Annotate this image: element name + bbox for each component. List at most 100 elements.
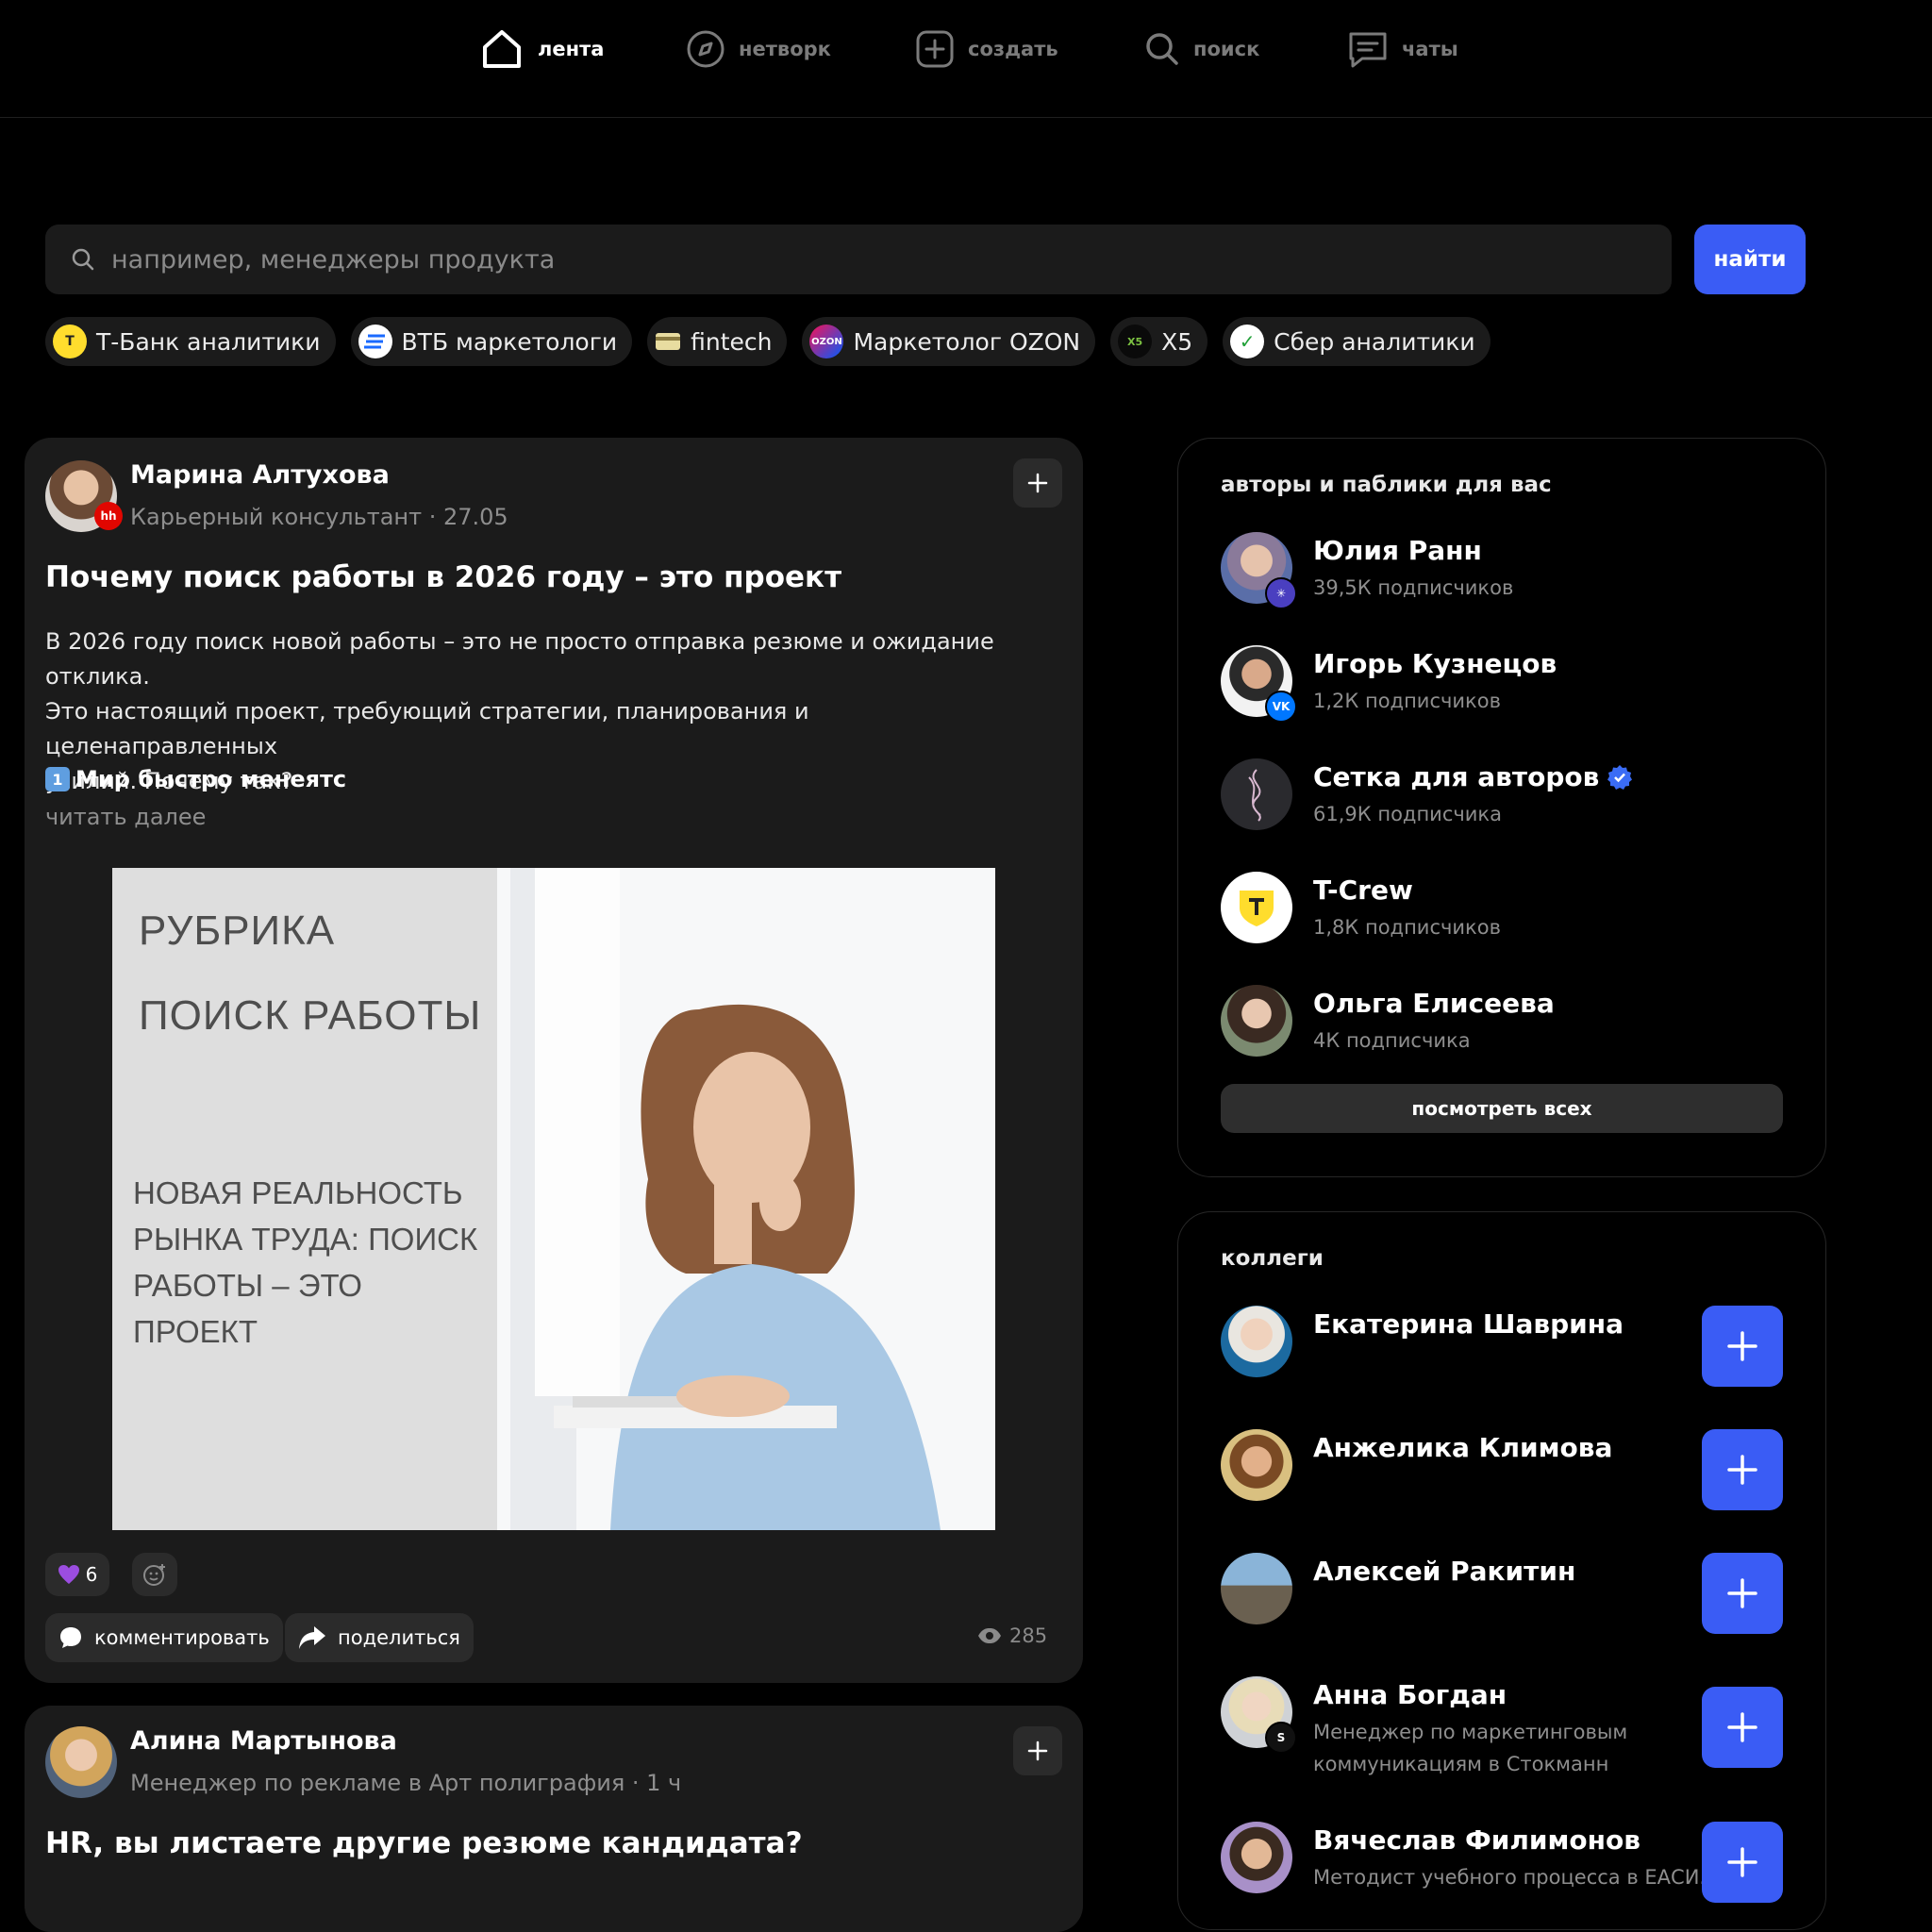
comment-button[interactable]: комментировать bbox=[45, 1613, 283, 1662]
chip-vtb-marketers[interactable]: ВТБ маркетологи bbox=[350, 317, 633, 366]
add-reaction-button[interactable] bbox=[132, 1553, 177, 1596]
author-name[interactable]: Алина Мартынова bbox=[130, 1726, 397, 1756]
like-reaction[interactable]: 6 bbox=[45, 1553, 109, 1596]
authors-panel-title: авторы и паблики для вас bbox=[1221, 473, 1552, 497]
feed-post: Алина Мартынова Менеджер по рекламе в Ар… bbox=[25, 1706, 1083, 1932]
verified-badge-icon bbox=[1607, 764, 1633, 790]
image-caption-line: ПРОЕКТ bbox=[133, 1314, 258, 1349]
see-all-button[interactable]: посмотреть всех bbox=[1221, 1084, 1783, 1133]
colleague-position: Методист учебного процесса в ЕАСИ. bbox=[1313, 1866, 1707, 1889]
ozon-logo-icon: OZON bbox=[809, 325, 844, 358]
search-icon bbox=[1146, 33, 1178, 65]
post-title[interactable]: HR, вы листаете другие резюме кандидата? bbox=[45, 1826, 803, 1860]
plus-icon bbox=[1027, 473, 1048, 493]
colleague-avatar[interactable] bbox=[1221, 1822, 1292, 1893]
colleague-name[interactable]: Вячеслав Филимонов bbox=[1313, 1824, 1641, 1856]
setka-logo-avatar[interactable] bbox=[1221, 758, 1292, 830]
colleague-avatar[interactable] bbox=[1221, 1429, 1292, 1501]
top-navigation: лента нетворк создать поиск чаты bbox=[0, 0, 1932, 118]
search-input[interactable] bbox=[109, 243, 1672, 275]
image-text-panel: РУБРИКА ПОИСК РАБОТЫ НОВАЯ РЕАЛЬНОСТЬ РЫ… bbox=[112, 868, 497, 1530]
nav-create[interactable]: создать bbox=[915, 26, 1058, 72]
chip-ozon-marketer[interactable]: OZON Маркетолог OZON bbox=[802, 317, 1096, 366]
image-caption-line: РЫНКА ТРУДА: ПОИСК bbox=[133, 1222, 478, 1257]
chip-label: fintech bbox=[691, 327, 773, 356]
share-button[interactable]: поделиться bbox=[285, 1613, 474, 1662]
tcrew-logo-avatar[interactable] bbox=[1221, 872, 1292, 943]
photo-woman-illustration bbox=[497, 868, 995, 1530]
colleague-name[interactable]: Алексей Ракитин bbox=[1313, 1556, 1575, 1587]
chip-label: X5 bbox=[1161, 327, 1193, 356]
plus-icon bbox=[1727, 1847, 1757, 1877]
vtb-logo-icon bbox=[358, 325, 392, 358]
colleague-position-line: коммуникациям в Стокманн bbox=[1313, 1753, 1609, 1775]
tbank-logo-icon: Т bbox=[53, 325, 87, 358]
search-bar bbox=[45, 225, 1672, 294]
chip-sber-analytics[interactable]: ✓ Сбер аналитики bbox=[1223, 317, 1491, 366]
post-image[interactable]: РУБРИКА ПОИСК РАБОТЫ НОВАЯ РЕАЛЬНОСТЬ РЫ… bbox=[112, 868, 995, 1530]
x5-logo-icon: X5 bbox=[1118, 325, 1153, 358]
author-name[interactable]: Игорь Кузнецов bbox=[1313, 648, 1557, 679]
author-avatar[interactable] bbox=[45, 1726, 117, 1798]
comment-label: комментировать bbox=[94, 1626, 270, 1649]
chip-x5[interactable]: X5 X5 bbox=[1110, 317, 1208, 366]
add-colleague-button[interactable] bbox=[1702, 1687, 1783, 1768]
author-name[interactable]: Юлия Ранн bbox=[1313, 535, 1482, 566]
nav-feed[interactable]: лента bbox=[479, 26, 604, 72]
author-name[interactable]: Ольга Елисеева bbox=[1313, 988, 1555, 1019]
author-avatar[interactable] bbox=[1221, 985, 1292, 1057]
purple-heart-icon bbox=[58, 1565, 79, 1584]
follow-button[interactable] bbox=[1013, 458, 1062, 508]
home-icon bbox=[483, 30, 521, 68]
authors-panel: авторы и паблики для вас ✳ Юлия Ранн 39,… bbox=[1177, 438, 1826, 1177]
colleague-avatar[interactable] bbox=[1221, 1553, 1292, 1624]
author-name-row[interactable]: Сетка для авторов bbox=[1313, 761, 1633, 792]
plus-icon bbox=[1727, 1578, 1757, 1608]
add-colleague-button[interactable] bbox=[1702, 1306, 1783, 1387]
image-caption-line: РАБОТЫ – ЭТО bbox=[133, 1268, 362, 1303]
chip-label: Маркетолог OZON bbox=[853, 327, 1081, 356]
follow-button[interactable] bbox=[1013, 1726, 1062, 1775]
image-caption-line: ПОИСК РАБОТЫ bbox=[139, 992, 482, 1039]
nav-create-label: создать bbox=[968, 38, 1058, 60]
credit-card-icon bbox=[655, 331, 681, 352]
compass-icon bbox=[687, 30, 724, 68]
author-meta: Менеджер по рекламе в Арт полиграфия · 1… bbox=[130, 1770, 682, 1796]
chip-tbank-analytics[interactable]: Т Т-Банк аналитики bbox=[45, 317, 336, 366]
nav-chats[interactable]: чаты bbox=[1347, 26, 1458, 72]
post-subheading: 1 Мир быстро менеятс bbox=[45, 766, 346, 792]
author-name[interactable]: T-Crew bbox=[1313, 874, 1413, 906]
nav-search-label: поиск bbox=[1193, 38, 1260, 60]
author-name: Сетка для авторов bbox=[1313, 761, 1600, 792]
read-more-link[interactable]: читать далее bbox=[45, 804, 206, 830]
colleague-name[interactable]: Екатерина Шаврина bbox=[1313, 1308, 1624, 1340]
nav-network-label: нетворк bbox=[739, 38, 831, 60]
add-colleague-button[interactable] bbox=[1702, 1553, 1783, 1634]
post-title[interactable]: Почему поиск работы в 2026 году – это пр… bbox=[45, 560, 841, 594]
colleague-avatar[interactable] bbox=[1221, 1306, 1292, 1377]
post-body-line: Это настоящий проект, требующий стратеги… bbox=[45, 698, 809, 759]
colleague-position: Менеджер по маркетинговым коммуникациям … bbox=[1313, 1716, 1627, 1780]
chip-label: ВТБ маркетологи bbox=[401, 327, 618, 356]
plus-square-icon bbox=[916, 30, 954, 68]
post-body-line: В 2026 году поиск новой работы – это не … bbox=[45, 628, 994, 690]
add-colleague-button[interactable] bbox=[1702, 1429, 1783, 1510]
zen-badge-icon: ✳ bbox=[1265, 577, 1297, 609]
plus-icon bbox=[1727, 1331, 1757, 1361]
eye-icon bbox=[978, 1628, 1001, 1643]
view-counter: 285 bbox=[977, 1624, 1047, 1647]
author-subscribers: 1,2К подписчиков bbox=[1313, 690, 1501, 712]
author-name[interactable]: Марина Алтухова bbox=[130, 460, 390, 490]
view-count: 285 bbox=[1009, 1624, 1048, 1647]
hh-badge-icon: hh bbox=[94, 502, 123, 530]
plus-icon bbox=[1727, 1455, 1757, 1485]
nav-search[interactable]: поиск bbox=[1144, 26, 1259, 72]
chip-fintech[interactable]: fintech bbox=[647, 317, 788, 366]
share-arrow-icon bbox=[299, 1626, 325, 1649]
add-colleague-button[interactable] bbox=[1702, 1822, 1783, 1903]
find-button[interactable]: найти bbox=[1694, 225, 1806, 294]
colleague-name[interactable]: Анжелика Климова bbox=[1313, 1432, 1612, 1463]
chat-icon bbox=[1349, 32, 1387, 68]
nav-network[interactable]: нетворк bbox=[686, 26, 831, 72]
colleague-name[interactable]: Анна Богдан bbox=[1313, 1679, 1507, 1710]
